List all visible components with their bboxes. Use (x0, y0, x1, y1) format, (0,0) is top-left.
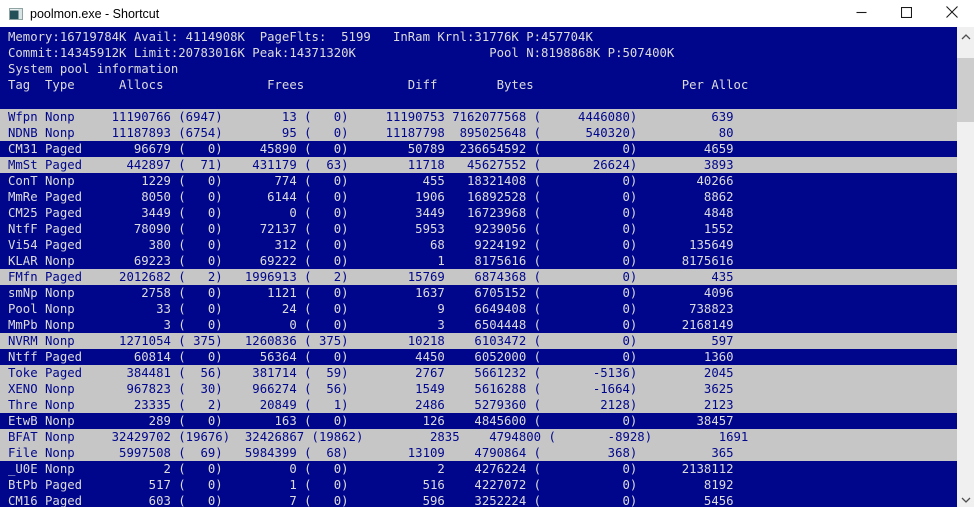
pool-row-FMfn: FMfn Paged 2012682 ( 2) 1996913 ( 2) 157… (0, 269, 957, 285)
pool-row-EtwB: EtwB Nonp 289 ( 0) 163 ( 0) 126 4845600 … (8, 414, 734, 428)
pool-row-_U0E: _U0E Nonp 2 ( 0) 0 ( 0) 2 4276224 ( 0) 2… (8, 462, 734, 476)
console-lines: Memory:16719784K Avail: 4114908K PageFlt… (0, 29, 957, 507)
maximize-button[interactable] (884, 0, 929, 27)
pool-row-File: File Nonp 5997508 ( 69) 5984399 ( 68) 13… (0, 445, 957, 461)
pool-row-smNp: smNp Nonp 2758 ( 0) 1121 ( 0) 1637 67051… (8, 286, 734, 300)
window-controls (839, 0, 974, 27)
pool-row-NDNB: NDNB Nonp 11187893 (6754) 95 ( 0) 111877… (0, 125, 957, 141)
window-title: poolmon.exe - Shortcut (30, 6, 160, 21)
scrollbar[interactable] (957, 27, 974, 507)
scrollbar-down-button[interactable] (957, 490, 974, 507)
pool-row-MmRe: MmRe Paged 8050 ( 0) 6144 ( 0) 1906 1689… (8, 190, 734, 204)
pool-row-NtfF: NtfF Paged 78090 ( 0) 72137 ( 0) 5953 92… (8, 222, 734, 236)
console-output[interactable]: Memory:16719784K Avail: 4114908K PageFlt… (0, 27, 974, 507)
chevron-down-icon (961, 490, 971, 507)
pool-row-CM25: CM25 Paged 3449 ( 0) 0 ( 0) 3449 1672396… (8, 206, 734, 220)
columns-header: Tag Type Allocs Frees Diff Bytes Per All… (8, 78, 749, 92)
close-icon (945, 5, 958, 23)
pool-row-NVRM: NVRM Nonp 1271054 ( 375) 1260836 ( 375) … (0, 333, 957, 349)
pool-row-MmSt: MmSt Paged 442897 ( 71) 431179 ( 63) 117… (0, 157, 957, 173)
pool-row-BFAT: BFAT Nonp 32429702 (19676) 32426867 (198… (0, 429, 957, 445)
app-icon (8, 6, 24, 22)
status-line-2: Commit:14345912K Limit:20783016K Peak:14… (8, 46, 675, 60)
pool-row-Thre: Thre Nonp 23335 ( 2) 20849 ( 1) 2486 527… (0, 397, 957, 413)
pool-row-CM16: CM16 Paged 603 ( 0) 7 ( 0) 596 3252224 (… (8, 494, 734, 507)
minimize-button[interactable] (839, 0, 884, 27)
pool-row-XENO: XENO Nonp 967823 ( 30) 966274 ( 56) 1549… (0, 381, 957, 397)
window: poolmon.exe - Shortcut Memory:16719784K … (0, 0, 974, 507)
pool-row-CM31: CM31 Paged 96679 ( 0) 45890 ( 0) 50789 2… (8, 142, 734, 156)
pool-row-Pool: Pool Nonp 33 ( 0) 24 ( 0) 9 6649408 ( 0)… (8, 302, 734, 316)
pool-row-KLAR: KLAR Nonp 69223 ( 0) 69222 ( 0) 1 817561… (8, 254, 734, 268)
pool-row-BtPb: BtPb Paged 517 ( 0) 1 ( 0) 516 4227072 (… (8, 478, 734, 492)
chevron-up-icon (961, 27, 971, 45)
close-button[interactable] (929, 0, 974, 27)
scrollbar-thumb[interactable] (957, 58, 974, 122)
pool-row-ConT: ConT Nonp 1229 ( 0) 774 ( 0) 455 1832140… (8, 174, 734, 188)
pool-row-Ntff: Ntff Paged 60814 ( 0) 56364 ( 0) 4450 60… (8, 350, 734, 364)
status-line-1: Memory:16719784K Avail: 4114908K PageFlt… (8, 30, 593, 44)
pool-row-Toke: Toke Paged 384481 ( 56) 381714 ( 59) 276… (0, 365, 957, 381)
scrollbar-up-button[interactable] (957, 27, 974, 44)
pool-row-MmPb: MmPb Nonp 3 ( 0) 0 ( 0) 3 6504448 ( 0) 2… (8, 318, 734, 332)
status-line-3: System pool information (8, 62, 179, 76)
pool-row-Vi54: Vi54 Paged 380 ( 0) 312 ( 0) 68 9224192 … (8, 238, 734, 252)
titlebar: poolmon.exe - Shortcut (0, 0, 974, 27)
pool-row-Wfpn: Wfpn Nonp 11190766 (6947) 13 ( 0) 111907… (0, 109, 957, 125)
minimize-icon (856, 5, 867, 23)
maximize-icon (900, 5, 913, 23)
